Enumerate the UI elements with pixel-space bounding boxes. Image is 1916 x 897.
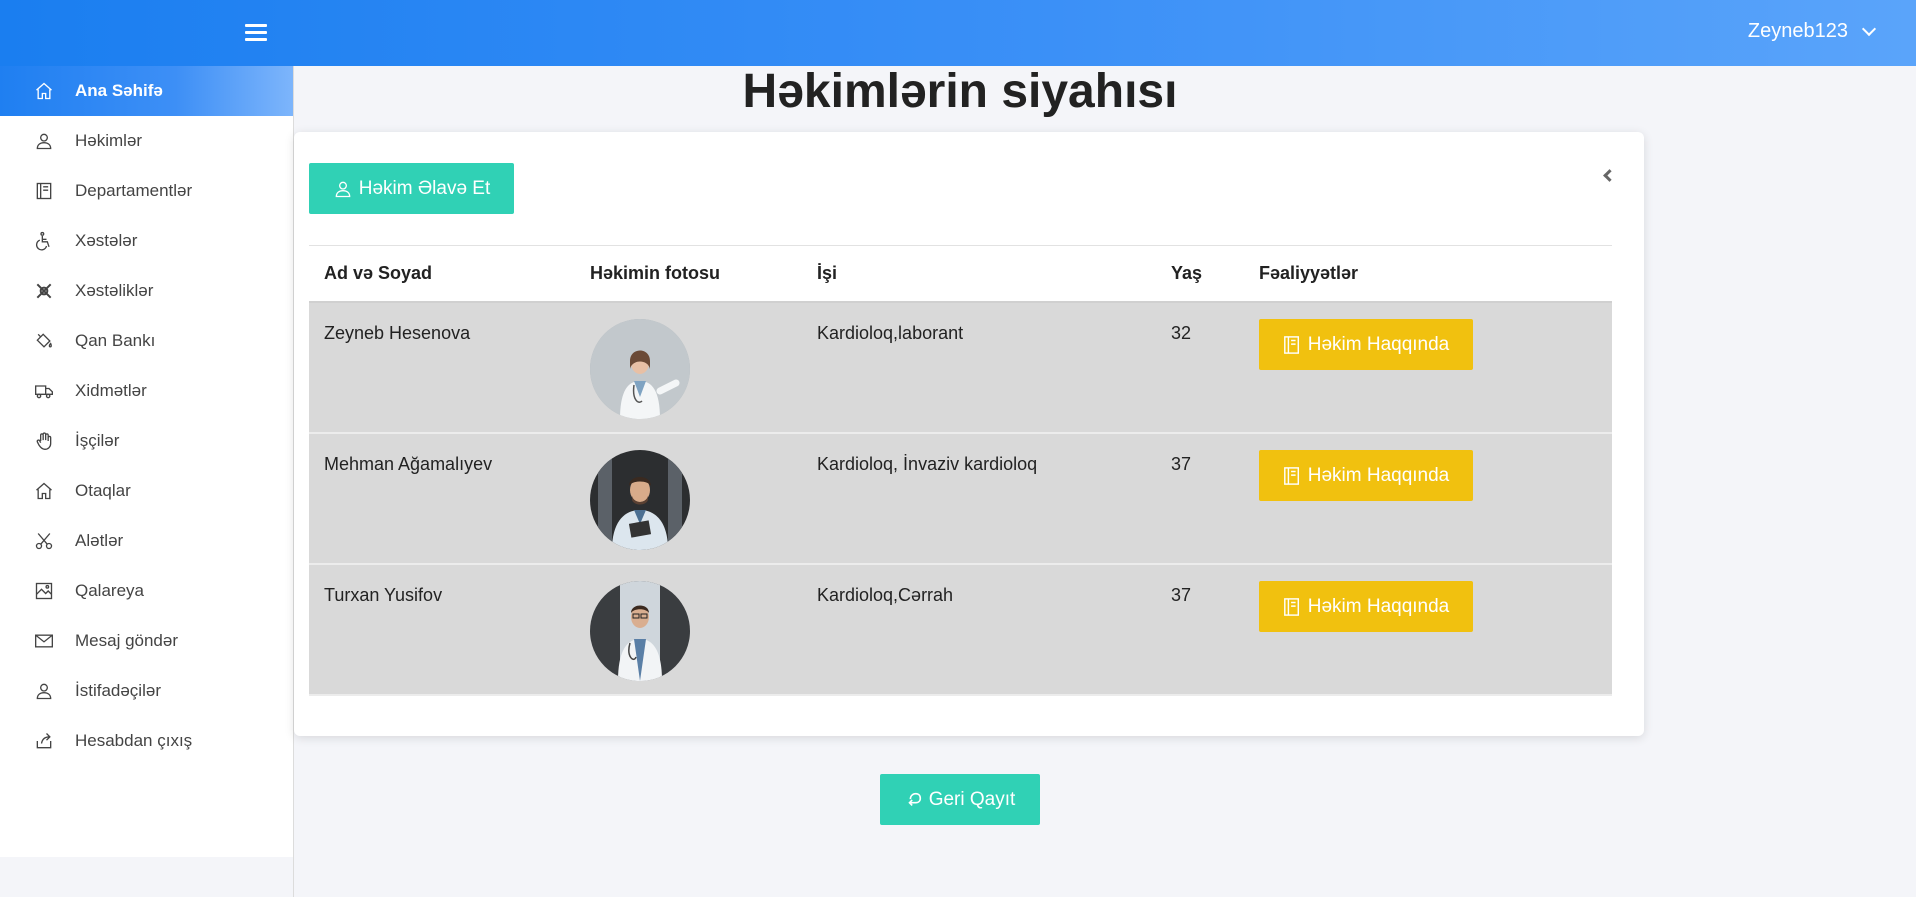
book-icon [34,181,54,201]
sidebar-item-tools[interactable]: Alətlər [0,516,293,566]
doctor-info-label: Həkim Haqqında [1307,333,1450,355]
doctor-info-button[interactable]: Həkim Haqqında [1259,581,1473,632]
sidebar-item-label: Alətlər [75,531,124,550]
sidebar-item-label: Ana Səhifə [75,81,163,100]
logout-icon [34,731,54,751]
sidebar-item-workers[interactable]: İşçilər [0,416,293,466]
user-icon [335,181,351,197]
doctor-age: 32 [1171,323,1192,343]
sidebar-item-label: Mesaj göndər [75,631,179,650]
virus-icon [34,281,54,301]
doctor-age: 37 [1171,585,1192,605]
sidebar-item-logout[interactable]: Hesabdan çıxış [0,716,293,766]
gallery-icon [34,581,54,601]
doctor-info-label: Həkim Haqqında [1307,464,1450,486]
doctors-table: Ad və Soyad Həkimin fotosu İşi Yaş Fəali… [309,245,1612,696]
sidebar-item-send-message[interactable]: Mesaj göndər [0,616,293,666]
sidebar-item-services[interactable]: Xidmətlər [0,366,293,416]
back-button-label: Geri Qayıt [928,788,1016,810]
doctor-info-button[interactable]: Həkim Haqqında [1259,319,1473,370]
chevron-down-icon [1861,21,1877,36]
sidebar-item-doctors[interactable]: Həkimlər [0,116,293,166]
sidebar-footer [0,857,294,897]
column-header-photo: Həkimin fotosu [590,263,721,283]
hand-icon [34,431,54,451]
home-icon [34,81,54,101]
doctor-job: Kardioloq,Cərrah [817,585,954,605]
sidebar-item-departments[interactable]: Departamentlər [0,166,293,216]
add-doctor-button[interactable]: Həkim Əlavə Et [309,163,514,214]
user-icon [34,131,54,151]
doctor-photo [590,450,690,550]
book-icon [1283,466,1299,485]
doctor-job: Kardioloq,laborant [817,323,964,343]
sidebar-item-users[interactable]: İstifadəçilər [0,666,293,716]
column-header-name: Ad və Soyad [324,263,433,283]
doctor-job: Kardioloq, İnvaziv kardioloq [817,454,1038,474]
wheelchair-icon [34,231,54,251]
sidebar-item-label: Qan Bankı [75,331,156,350]
sidebar-item-home[interactable]: Ana Səhifə [0,66,293,116]
user-icon [34,681,54,701]
doctor-info-button[interactable]: Həkim Haqqında [1259,450,1473,501]
sidebar-item-label: Xidmətlər [75,381,147,400]
paint-bucket-icon [34,331,54,351]
sidebar-item-label: İstifadəçilər [75,681,161,700]
doctors-card: Həkim Əlavə Et Ad və Soyad Həkimin fotos… [294,132,1644,736]
top-navbar: Zeyneb123 [0,0,1916,66]
book-icon [1283,335,1299,354]
table-row: Zeyneb Hesenova Kardioloq,laborant 32 Hə… [309,303,1612,434]
doctor-name: Zeyneb Hesenova [324,323,471,343]
truck-icon [34,381,54,401]
chevron-left-icon[interactable] [1599,167,1619,187]
sidebar-item-rooms[interactable]: Otaqlar [0,466,293,516]
sidebar-item-label: Hesabdan çıxış [75,731,193,750]
doctor-name: Mehman Ağamalıyev [324,454,493,474]
doctor-photo [590,581,690,681]
column-header-age: Yaş [1171,263,1203,283]
page-title: Həkimlərin siyahısı [742,65,1178,118]
book-icon [1283,597,1299,616]
sidebar-item-label: Otaqlar [75,481,131,500]
doctor-age: 37 [1171,454,1192,474]
mail-icon [34,631,54,651]
doctor-photo [590,319,690,419]
table-row: Mehman Ağamalıyev Kardioloq, İnvaziv kar… [309,434,1612,565]
table-row: Turxan Yusifov Kardioloq,Cərrah 37 Həkim… [309,565,1612,696]
back-button[interactable]: Geri Qayıt [880,774,1040,825]
sidebar-item-patients[interactable]: Xəstələr [0,216,293,266]
sidebar-item-label: Həkimlər [75,131,143,150]
table-header: Ad və Soyad Həkimin fotosu İşi Yaş Fəali… [309,245,1612,303]
return-icon [908,792,921,806]
doctor-info-label: Həkim Haqqında [1307,595,1450,617]
menu-toggle-icon[interactable] [245,24,267,42]
column-header-job: İşi [817,263,838,283]
scissors-icon [34,531,54,551]
sidebar-item-blood-bank[interactable]: Qan Bankı [0,316,293,366]
add-doctor-label: Həkim Əlavə Et [358,177,491,199]
sidebar-item-label: Departamentlər [75,181,193,200]
sidebar-item-label: Qalareya [75,581,144,600]
sidebar: Ana Səhifə Həkimlər Departamentlər Xəstə… [0,66,294,857]
home-icon [34,481,54,501]
sidebar-item-label: Xəstəliklər [75,281,154,300]
column-header-actions: Fəaliyyətlər [1259,263,1359,283]
sidebar-item-label: İşçilər [75,431,120,450]
sidebar-item-gallery[interactable]: Qalareya [0,566,293,616]
user-menu[interactable]: Zeyneb123 [1747,20,1877,43]
doctor-name: Turxan Yusifov [324,585,443,605]
sidebar-item-diseases[interactable]: Xəstəliklər [0,266,293,316]
username-label: Zeyneb123 [1747,20,1848,42]
sidebar-item-label: Xəstələr [75,231,138,250]
